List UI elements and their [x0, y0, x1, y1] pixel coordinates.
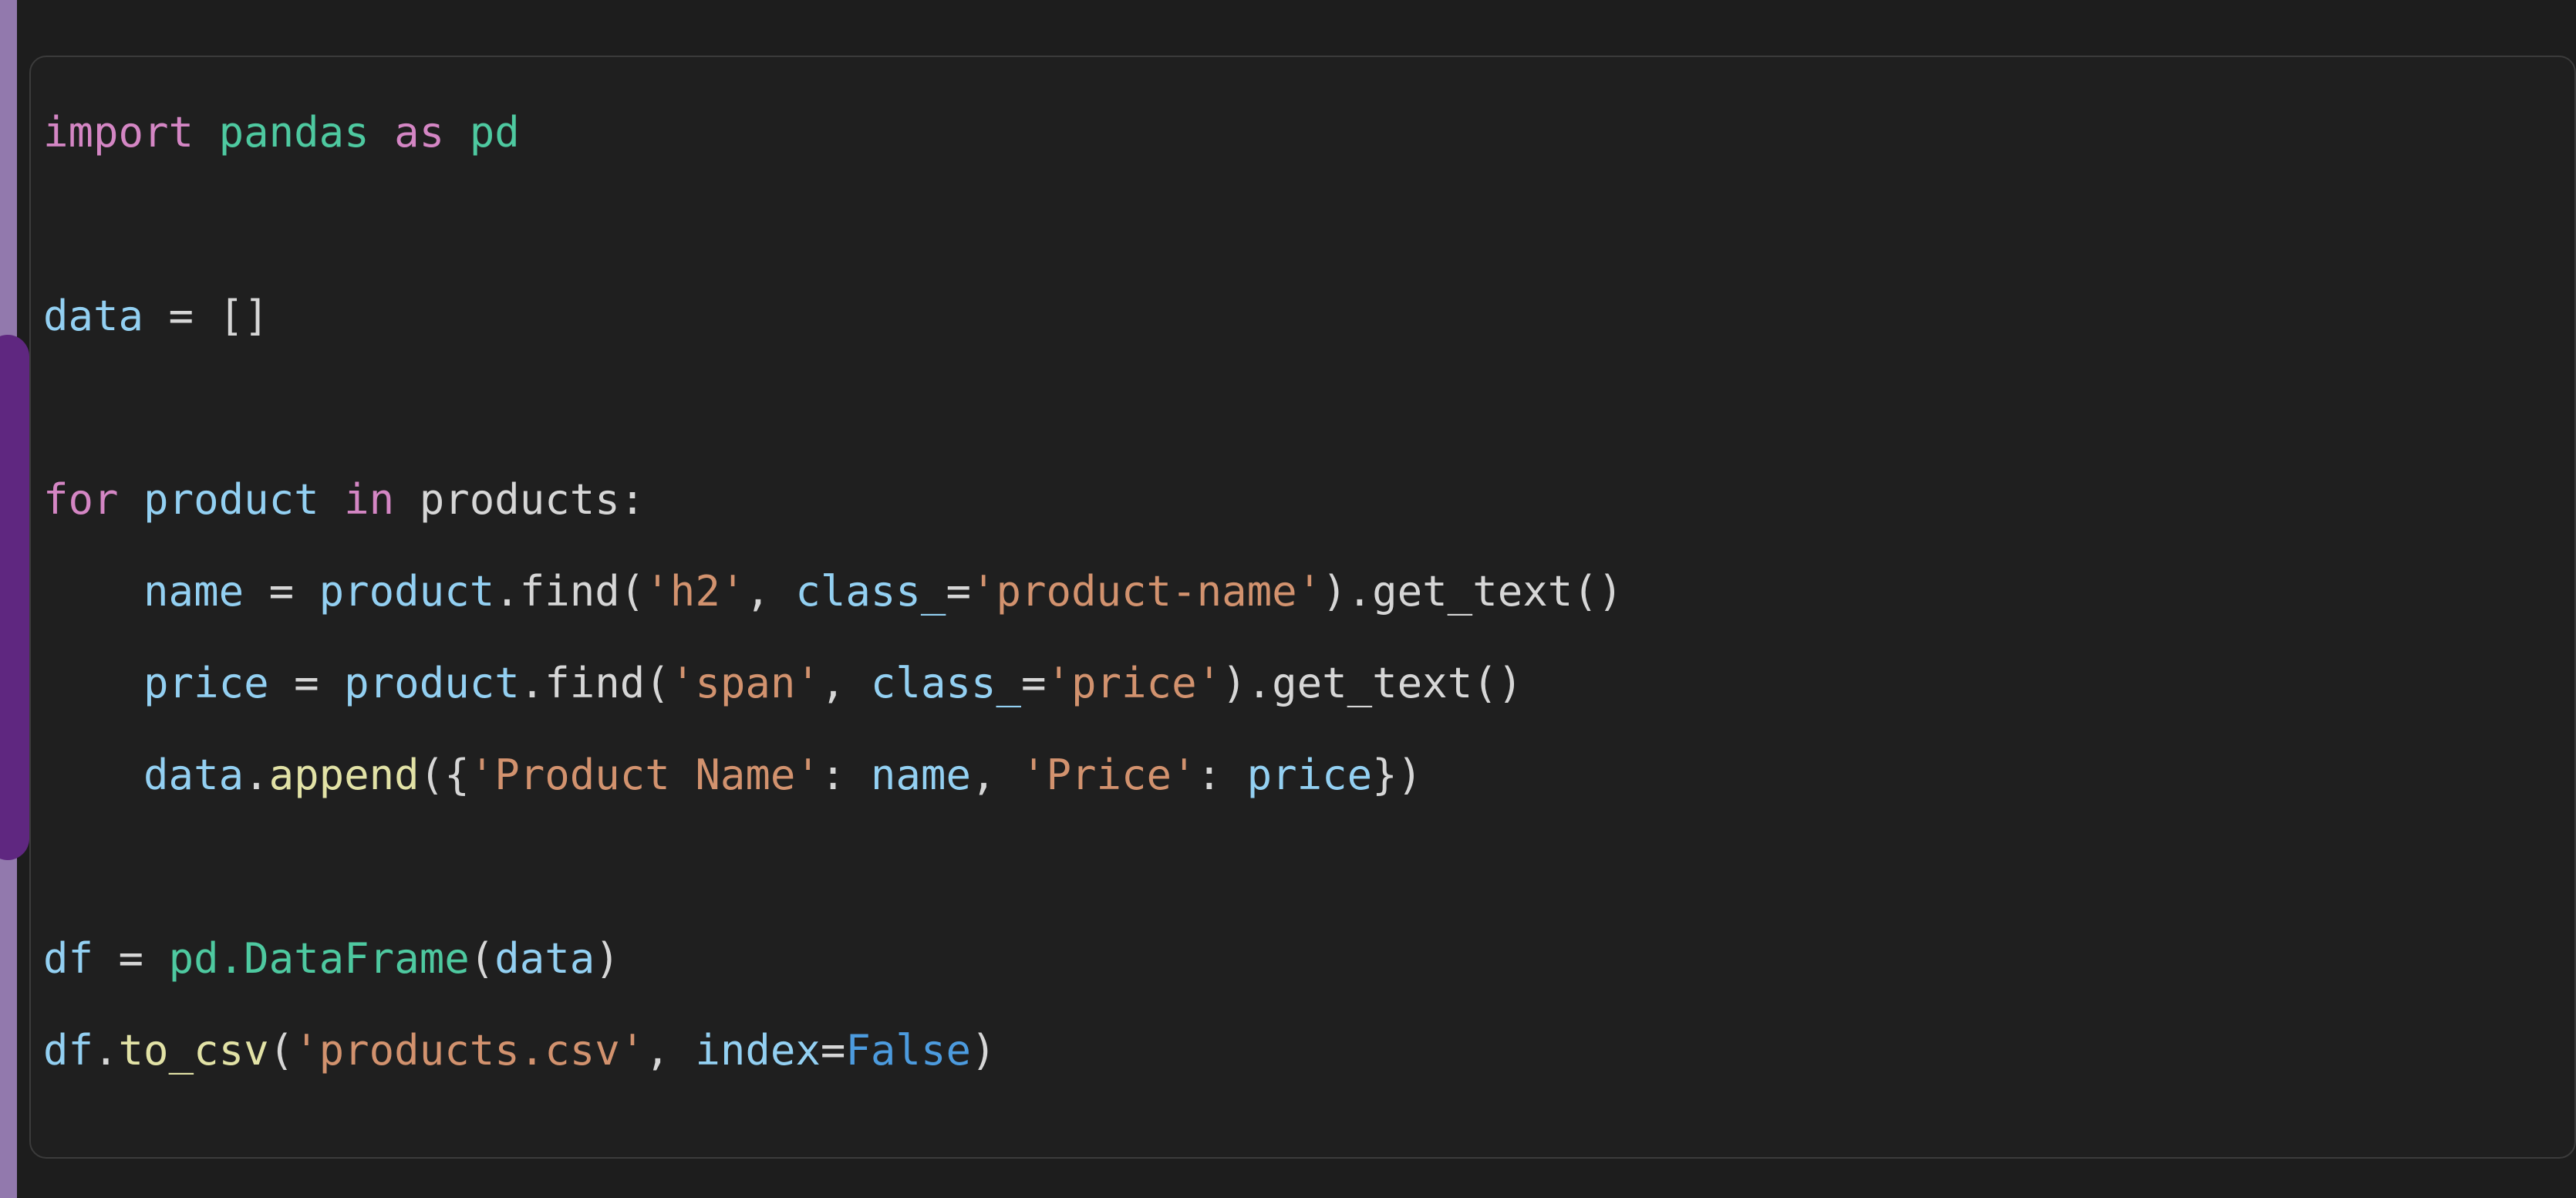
token-comma-l6: , [745, 567, 796, 616]
token-operator-equals-l10: = [93, 934, 169, 983]
token-var-product: product [118, 475, 319, 524]
token-comma-l8: , [970, 751, 1021, 799]
token-keyword-import: import [43, 108, 194, 157]
token-open-paren-l10: ( [469, 934, 495, 983]
token-dot-l10: . [218, 934, 244, 983]
token-string-span: 'span' [669, 659, 821, 707]
token-var-products: products: [394, 475, 646, 524]
token-operator-equals-l11: = [820, 1026, 846, 1075]
code-line-11: df.to_csv('products.csv', index=False) [43, 1026, 996, 1075]
token-indent-l8 [43, 751, 143, 799]
token-dot-l8: . [244, 751, 269, 799]
token-string-key-price: 'Price' [1020, 751, 1197, 799]
token-operator-equals2-l7: = [1021, 659, 1047, 707]
token-kwarg-class-l6: class_ [795, 567, 946, 616]
token-tail-get-text-l7: ).get_text() [1222, 659, 1523, 707]
token-var-name: name [143, 567, 244, 616]
token-keyword-as: as [369, 108, 445, 157]
token-operator-equals-l7: = [268, 659, 345, 707]
token-var-product-l6: product [319, 567, 495, 616]
token-constant-false: False [845, 1026, 971, 1075]
token-tail-get-text-l6: ).get_text() [1322, 567, 1623, 616]
token-function-to-csv: to_csv [118, 1026, 269, 1075]
token-comma-l7: , [820, 659, 871, 707]
token-close-paren-l10: ) [595, 934, 620, 983]
token-method-find-l7: .find( [519, 659, 670, 707]
token-var-df: df [43, 934, 94, 983]
token-kwarg-class-l7: class_ [870, 659, 1021, 707]
token-var-product-l7: product [344, 659, 520, 707]
token-string-product-name: 'product-name' [970, 567, 1323, 616]
left-accent-marker [0, 335, 29, 860]
token-operator-equals-l6: = [244, 567, 319, 616]
token-var-data: data [43, 292, 144, 340]
token-close-dict-l8: }) [1372, 751, 1423, 799]
code-surface: import pandas as pd data = [] for produc… [31, 57, 1623, 1125]
token-colon-l8: : [820, 751, 871, 799]
token-kwarg-index: index [695, 1026, 821, 1075]
code-line-6: name = product.find('h2', class_='produc… [43, 567, 1623, 616]
token-var-data-l10: data [494, 934, 595, 983]
code-line-3: data = [] [43, 292, 269, 340]
token-empty-list-brackets: [] [218, 292, 269, 340]
token-keyword-for: for [43, 475, 119, 524]
token-open-paren-l11: ( [268, 1026, 295, 1075]
token-string-products-csv: 'products.csv' [294, 1026, 646, 1075]
token-var-price-l8: price [1246, 751, 1373, 799]
token-method-find-l6: .find( [494, 567, 646, 616]
token-keyword-in: in [319, 475, 395, 524]
token-var-price: price [143, 659, 269, 707]
token-string-key-product-name: 'Product Name' [469, 751, 821, 799]
token-var-data-l8: data [143, 751, 244, 799]
token-module-pd: pd [444, 108, 520, 157]
token-dot-l11: . [93, 1026, 119, 1075]
token-module-pandas: pandas [194, 108, 369, 157]
token-var-df-l11: df [43, 1026, 94, 1075]
token-module-pd-l10: pd [168, 934, 219, 983]
code-block[interactable]: import pandas as pd data = [] for produc… [29, 56, 2576, 1159]
token-indent-l7 [43, 659, 143, 707]
token-class-dataframe: DataFrame [244, 934, 470, 983]
token-var-name-l8: name [870, 751, 971, 799]
token-indent-l6 [43, 567, 143, 616]
code-line-5: for product in products: [43, 475, 645, 524]
code-line-10: df = pd.DataFrame(data) [43, 934, 620, 983]
token-function-append: append [268, 751, 420, 799]
code-line-1: import pandas as pd [43, 108, 520, 157]
token-close-paren-l11: ) [970, 1026, 996, 1075]
token-operator-equals: = [143, 292, 219, 340]
code-line-7: price = product.find('span', class_='pri… [43, 659, 1522, 707]
code-line-8: data.append({'Product Name': name, 'Pric… [43, 751, 1422, 799]
token-string-price: 'price' [1046, 659, 1222, 707]
token-comma-l11: , [645, 1026, 696, 1075]
token-string-h2: 'h2' [645, 567, 746, 616]
token-colon2-l8: : [1196, 751, 1247, 799]
token-operator-equals2-l6: = [946, 567, 971, 616]
python-code-listing: import pandas as pd data = [] for produc… [43, 86, 1623, 1096]
token-open-dict-l8: ({ [419, 751, 470, 799]
